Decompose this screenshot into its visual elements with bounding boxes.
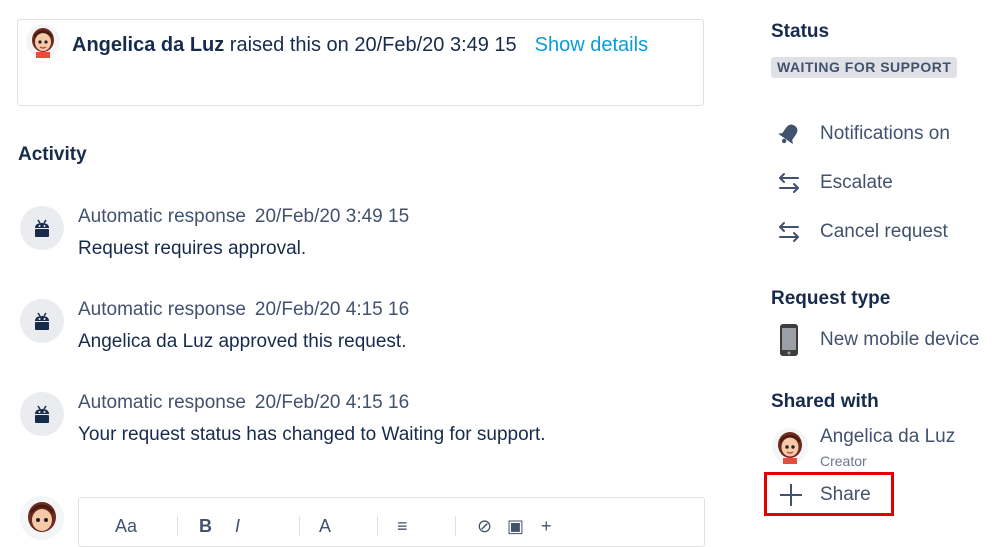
raised-timestamp-text: raised this on 20/Feb/20 3:49 15 <box>224 34 517 56</box>
comment-editor[interactable]: Aa B I A ≡ ⊘ ▣ + <box>78 497 705 547</box>
request-type-item: New mobile device <box>774 322 994 358</box>
activity-author: Automatic response <box>78 206 246 227</box>
raised-author[interactable]: Angelica da Luz <box>72 34 224 56</box>
toolbar-divider <box>177 516 178 536</box>
bell-icon <box>774 121 804 147</box>
status-heading: Status <box>771 21 830 42</box>
request-type-label: New mobile device <box>820 329 980 350</box>
robot-icon <box>35 219 49 237</box>
activity-item: Automatic response 20/Feb/20 3:49 15 Requ… <box>20 206 700 266</box>
activity-heading: Activity <box>18 144 87 165</box>
robot-icon <box>35 405 49 423</box>
shared-user-role: Creator <box>820 453 867 469</box>
bot-avatar <box>20 206 64 250</box>
activity-date: 20/Feb/20 4:15 16 <box>254 392 410 413</box>
request-type-heading: Request type <box>771 288 891 309</box>
swap-arrows-icon <box>774 170 804 196</box>
notifications-toggle[interactable]: Notifications on <box>774 119 994 149</box>
activity-date: 20/Feb/20 3:49 15 <box>254 206 410 227</box>
escalate-label: Escalate <box>820 172 893 193</box>
share-button[interactable]: Share <box>764 472 894 516</box>
robot-icon <box>35 312 49 330</box>
request-raised-line: Angelica da Luz raised this on 20/Feb/20… <box>72 33 648 57</box>
swap-arrows-icon <box>774 219 804 245</box>
activity-date: 20/Feb/20 4:15 16 <box>254 299 410 320</box>
show-details-link[interactable]: Show details <box>535 34 648 56</box>
notifications-label: Notifications on <box>820 123 950 144</box>
toolbar-divider <box>299 516 300 536</box>
activity-author: Automatic response <box>78 392 246 413</box>
status-badge: WAITING FOR SUPPORT <box>771 57 958 78</box>
activity-author: Automatic response <box>78 299 246 320</box>
shared-user-name: Angelica da Luz <box>820 426 956 447</box>
toolbar-divider <box>455 516 456 536</box>
current-user-avatar <box>20 496 64 540</box>
activity-item: Automatic response 20/Feb/20 4:15 16 Your… <box>20 392 700 452</box>
escalate-action[interactable]: Escalate <box>774 168 994 198</box>
cancel-request-action[interactable]: Cancel request <box>774 217 994 247</box>
cancel-request-label: Cancel request <box>820 221 948 242</box>
activity-item: Automatic response 20/Feb/20 4:15 16 Ange… <box>20 299 700 359</box>
mobile-phone-icon <box>774 322 804 358</box>
plus-icon <box>780 484 802 506</box>
user-avatar[interactable] <box>26 24 60 58</box>
bot-avatar <box>20 392 64 436</box>
shared-with-heading: Shared with <box>771 391 879 412</box>
shared-user-avatar <box>772 428 808 464</box>
share-label: Share <box>820 484 871 505</box>
activity-body: Angelica da Luz approved this request. <box>78 331 407 352</box>
activity-body: Request requires approval. <box>78 238 307 259</box>
toolbar-divider <box>377 516 378 536</box>
activity-body: Your request status has changed to Waiti… <box>78 424 546 445</box>
bot-avatar <box>20 299 64 343</box>
